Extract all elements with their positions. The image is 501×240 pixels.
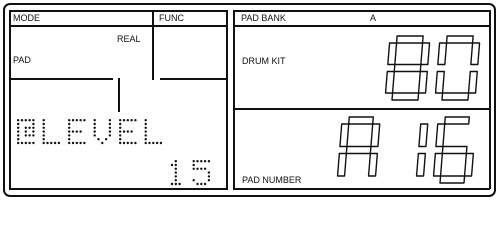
divider	[9, 10, 11, 189]
cursor-glyph	[17, 119, 35, 145]
divider	[9, 78, 113, 80]
dot-char-5	[192, 160, 211, 186]
divider	[152, 10, 154, 80]
dot-char-e	[119, 119, 137, 145]
divider	[233, 10, 490, 12]
dot-char-l	[42, 119, 61, 145]
mode-label: MODE	[13, 13, 40, 23]
seg-digit-a	[336, 116, 381, 177]
real-label: REAL	[117, 34, 141, 44]
dot-char-e	[68, 119, 86, 145]
pad-number-display	[336, 116, 475, 184]
seg-digit-0	[434, 35, 481, 101]
divider	[118, 78, 120, 112]
drum-kit-number-display	[384, 35, 481, 101]
dot-char-l	[144, 119, 163, 145]
divider	[9, 25, 227, 27]
divider	[9, 10, 227, 12]
divider	[233, 25, 490, 27]
divider	[233, 188, 490, 190]
drum-kit-label: DRUM KIT	[242, 56, 286, 66]
pad-bank-value: A	[370, 13, 377, 23]
seg-digit-6	[432, 116, 475, 184]
dot-char-1	[170, 160, 181, 186]
pad-bank-label: PAD BANK	[241, 13, 286, 23]
divider	[233, 108, 490, 110]
dot-char-v	[93, 119, 112, 145]
pad-mode-label: PAD	[13, 55, 31, 65]
divider	[160, 78, 227, 80]
seg-digit-8	[384, 35, 431, 101]
parameter-value-display	[170, 160, 211, 186]
parameter-name-display	[17, 119, 163, 145]
seg-digit-1	[415, 123, 429, 177]
func-label: FUNC	[159, 13, 184, 23]
